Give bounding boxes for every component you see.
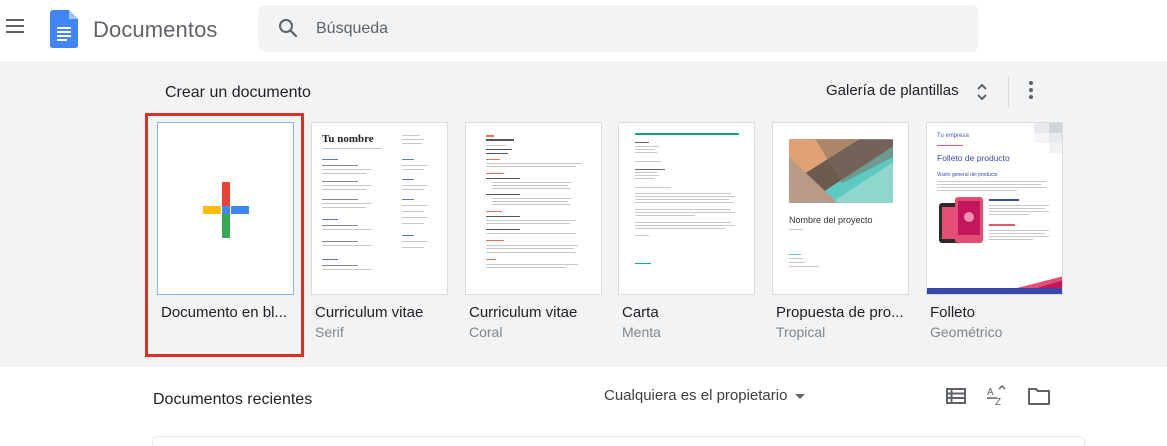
thumb-phone-image xyxy=(939,197,983,243)
template-gallery: Crear un documento Galería de plantillas… xyxy=(0,61,1167,367)
template-thumbnail[interactable]: Nombre del proyecto xyxy=(772,122,909,295)
gallery-title: Crear un documento xyxy=(165,84,311,101)
thumb-brochure-title: Folleto de producto xyxy=(937,153,1010,163)
unfold-icon[interactable] xyxy=(975,80,989,104)
owner-filter-dropdown[interactable]: Cualquiera es el propietario xyxy=(604,387,806,404)
template-thumbnail[interactable]: Tu nombre xyxy=(311,122,448,295)
search-icon[interactable] xyxy=(278,18,298,38)
thumb-brochure-subtitle: Visión general del producto xyxy=(937,172,998,178)
more-vert-icon[interactable] xyxy=(1022,81,1040,105)
thumb-company: Tu empresa xyxy=(937,133,969,139)
chevron-down-icon xyxy=(795,394,806,399)
thumb-project-title: Nombre del proyecto xyxy=(789,215,873,225)
folder-icon[interactable] xyxy=(1027,384,1051,408)
sort-az-icon[interactable]: A Z xyxy=(985,384,1009,408)
menu-icon[interactable] xyxy=(6,19,26,37)
search-bar[interactable] xyxy=(258,5,979,52)
list-view-icon[interactable] xyxy=(944,384,968,408)
owner-filter-label: Cualquiera es el propietario xyxy=(604,387,788,404)
thumb-heading: Tu nombre xyxy=(322,133,374,145)
app-title[interactable]: Documentos xyxy=(93,17,218,43)
template-subtitle: Geométrico xyxy=(930,324,1003,340)
template-thumbnail[interactable] xyxy=(618,122,755,295)
search-input[interactable] xyxy=(316,17,916,41)
template-subtitle: Tropical xyxy=(776,324,826,340)
template-thumbnail[interactable] xyxy=(465,122,602,295)
template-name: Curriculum vitae xyxy=(315,304,424,321)
svg-text:A: A xyxy=(987,387,994,398)
template-subtitle: Serif xyxy=(315,324,344,340)
thumb-bottom-band xyxy=(927,276,1062,294)
docs-logo-icon[interactable] xyxy=(50,10,78,48)
top-bar: Documentos xyxy=(0,0,1167,61)
template-subtitle: Coral xyxy=(469,324,503,340)
divider xyxy=(1008,77,1009,107)
selection-highlight xyxy=(145,113,304,357)
recent-docs-title: Documentos recientes xyxy=(153,391,313,408)
template-name: Propuesta de pro... xyxy=(776,304,904,321)
thumb-graphic xyxy=(789,139,893,203)
thumb-corner-pattern xyxy=(1034,123,1062,153)
template-gallery-button[interactable]: Galería de plantillas xyxy=(826,82,959,99)
template-subtitle: Menta xyxy=(622,324,661,340)
template-name: Folleto xyxy=(930,304,976,321)
template-name: Curriculum vitae xyxy=(469,304,578,321)
template-thumbnail[interactable]: Tu empresa Folleto de producto Visión ge… xyxy=(926,122,1063,295)
template-name: Carta xyxy=(622,304,659,321)
